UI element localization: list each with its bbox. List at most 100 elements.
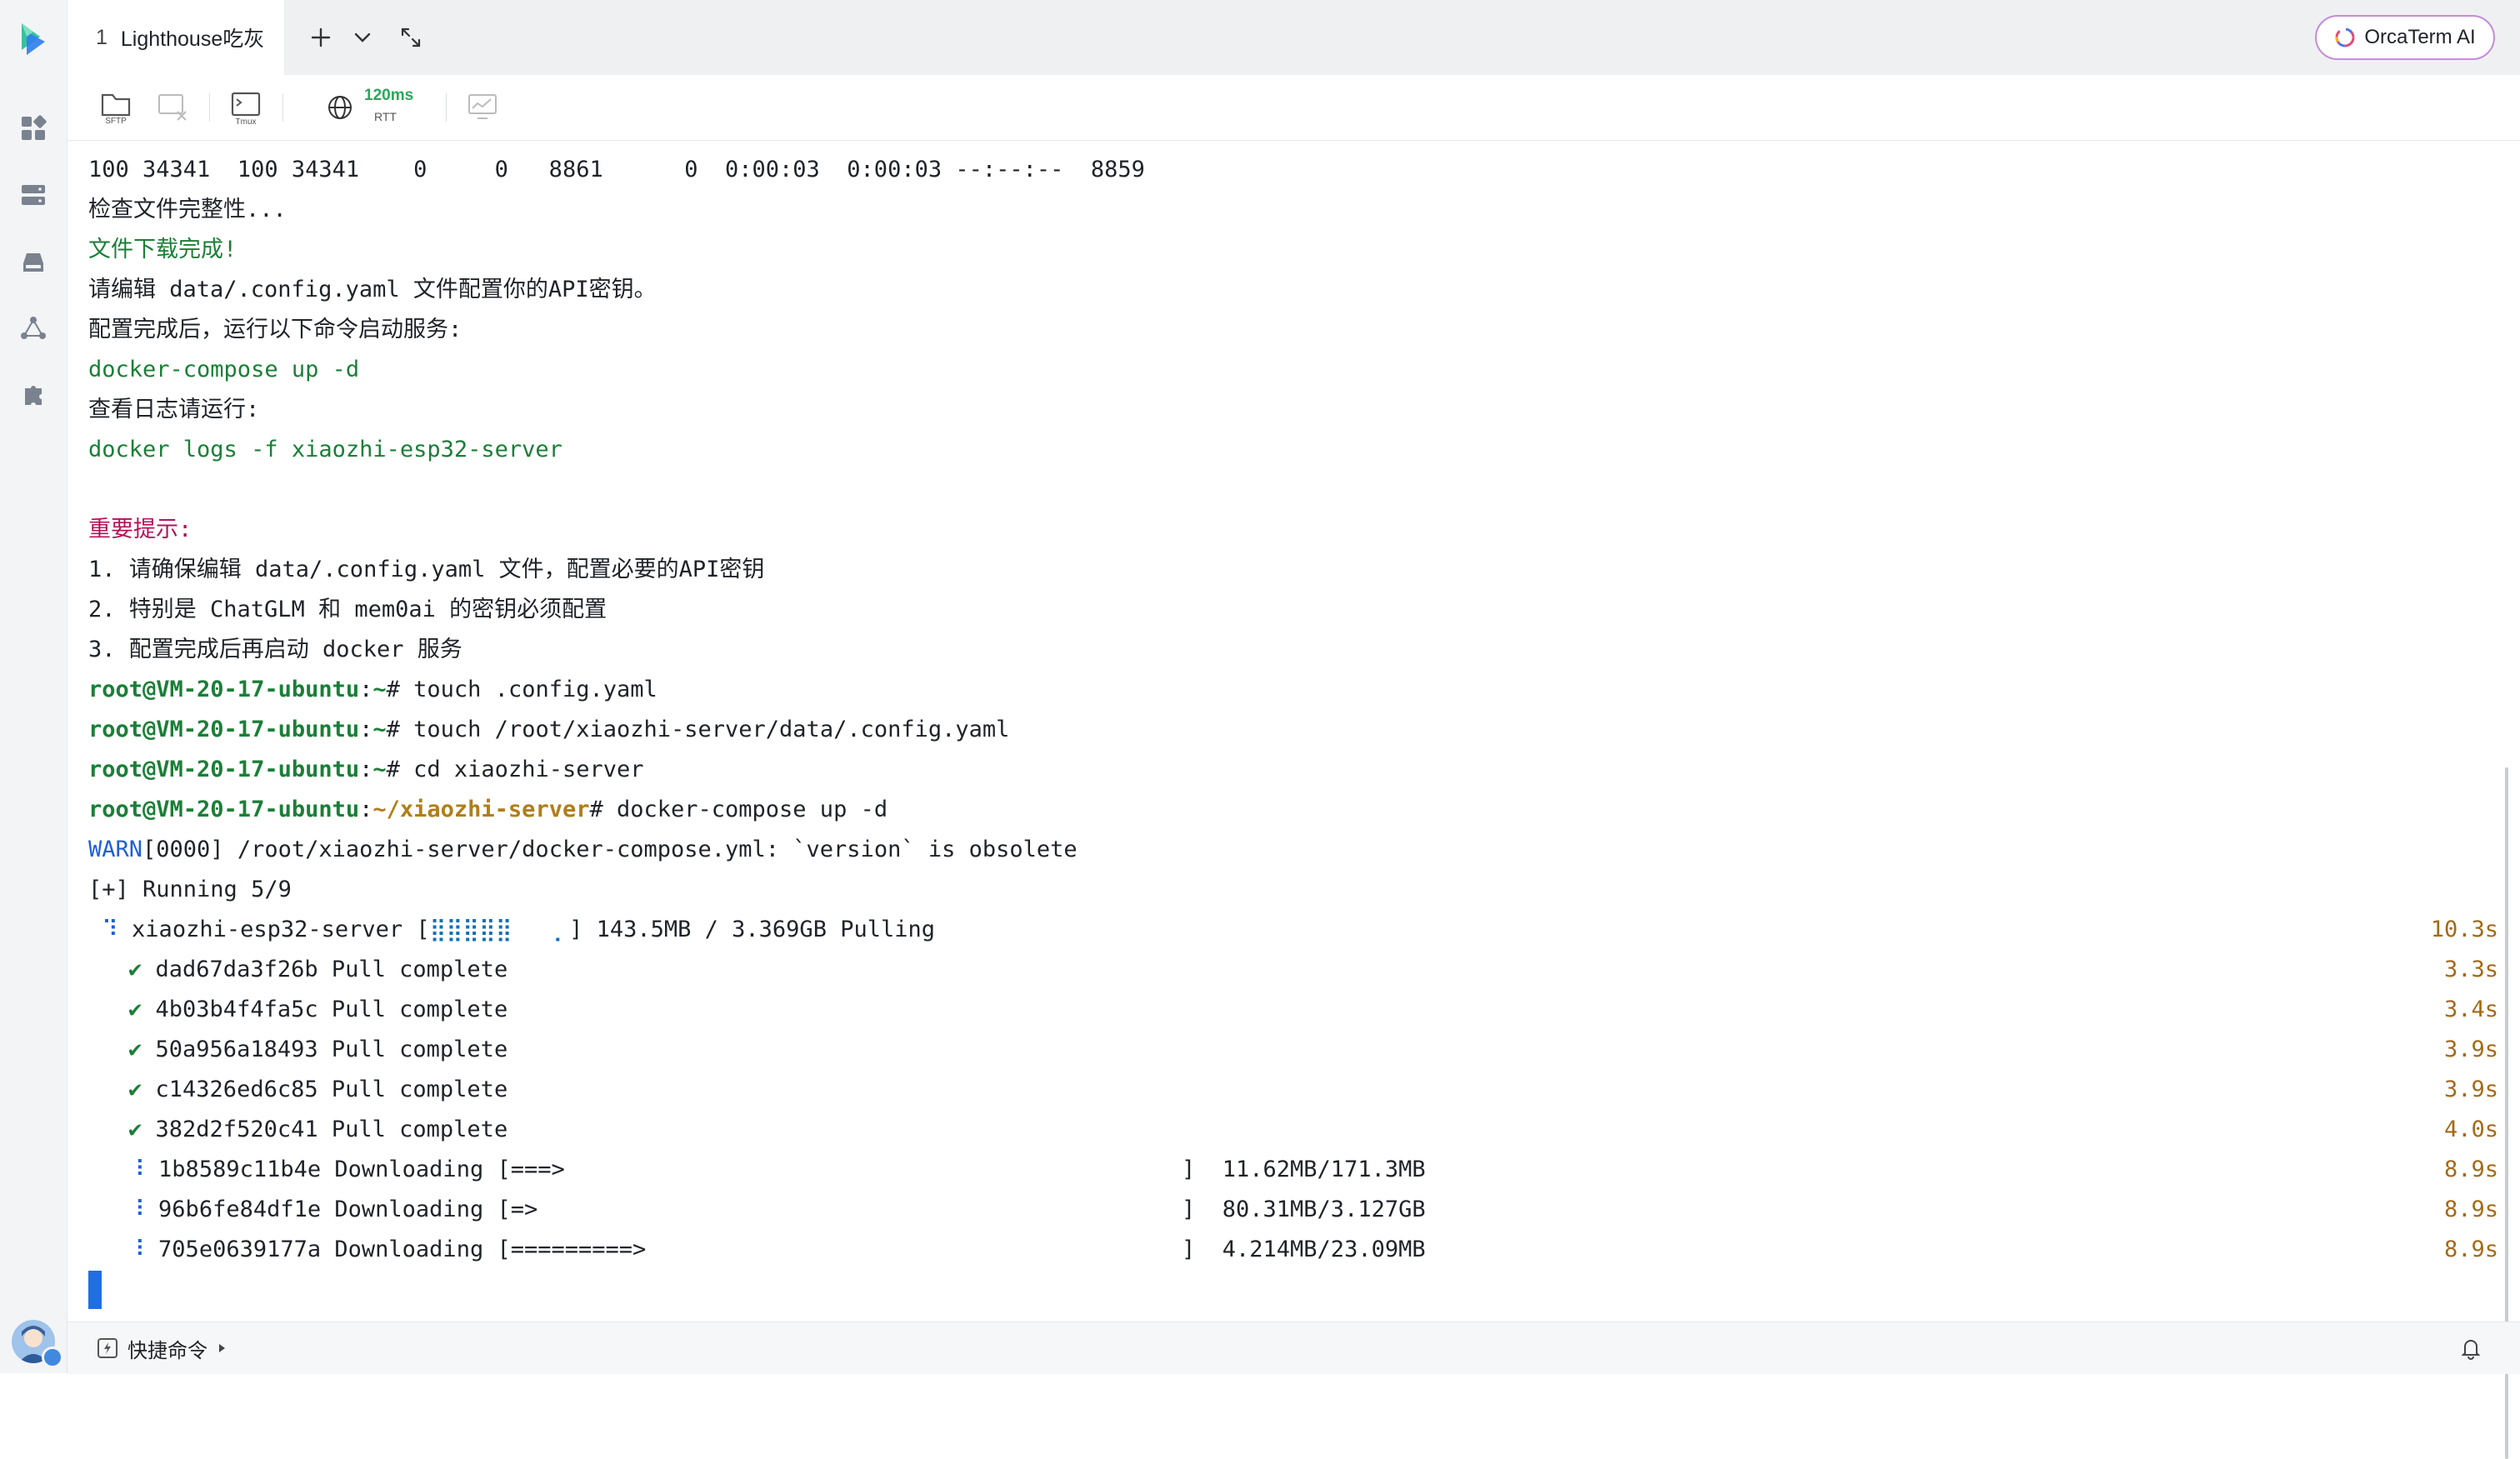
elapsed-time: 3.9s (2443, 1077, 2498, 1102)
terminal-line: 文件下载完成! (88, 237, 238, 262)
prompt-user: root@VM-20-17-ubuntu (88, 797, 360, 822)
dashboard-icon[interactable] (17, 112, 50, 145)
tab-lighthouse[interactable]: 1 Lighthouse吃灰 (68, 0, 284, 75)
main-pull-line: ⠹ xiaozhi-esp32-server [⣿⣿⣿⣿⣿ ⡀] 143.5MB… (102, 910, 935, 950)
prompt-user: root@VM-20-17-ubuntu (88, 757, 360, 782)
elapsed-time: 8.9s (2443, 1157, 2498, 1182)
layer-line: ⠸ 705e0639177a Downloading [=========> (128, 1230, 646, 1270)
tab-title: Lighthouse吃灰 (120, 27, 265, 51)
elapsed-time: 3.9s (2443, 1037, 2498, 1062)
server-icon[interactable] (17, 178, 50, 212)
lightning-icon (98, 1338, 118, 1358)
latency-label: RTT (374, 110, 397, 123)
caret-right-icon (219, 1344, 225, 1352)
spinner-icon: ⠸ (128, 1237, 145, 1262)
terminal-line: 请编辑 data/.config.yaml 文件配置你的API密钥。 (88, 277, 657, 302)
check-icon: ✔ (128, 1037, 142, 1062)
layer-line: ✔ dad67da3f26b Pull complete (128, 950, 508, 990)
layer-status: Pull complete (331, 1117, 508, 1142)
command-line: root@VM-20-17-ubuntu:~/xiaozhi-server# d… (88, 797, 888, 822)
terminal-line: 1. 请确保编辑 data/.config.yaml 文件，配置必要的API密钥 (88, 557, 765, 582)
command-text: # touch /root/xiaozhi-server/data/.confi… (386, 717, 1010, 742)
layer-status: Downloading [=========> (334, 1237, 647, 1262)
tmux-button[interactable]: Tmux (226, 88, 266, 127)
terminal-line: 配置完成后，运行以下命令启动服务: (88, 317, 462, 342)
prompt-path: ~ (372, 677, 387, 702)
globe-icon (328, 96, 352, 119)
layer-status: Pull complete (331, 1077, 508, 1102)
disconnect-icon (152, 88, 192, 127)
toolbar-divider (209, 93, 210, 122)
spinner-icon: ⠸ (128, 1197, 145, 1222)
toolbar-divider (446, 93, 447, 122)
warn-tag: WARN (88, 837, 143, 862)
network-icon[interactable] (17, 312, 50, 345)
prompt-path: ~ (372, 757, 387, 782)
layer-id: dad67da3f26b (155, 957, 318, 982)
terminal-line: 100 34341 100 34341 0 0 8861 0 0:00:03 0… (88, 157, 1145, 182)
check-icon: ✔ (128, 997, 142, 1022)
status-bar: 快捷命令 (68, 1322, 2520, 1374)
sftp-button[interactable]: SFTP (96, 88, 136, 127)
app-logo-icon[interactable] (15, 20, 52, 57)
command-text: # touch .config.yaml (386, 677, 658, 702)
elapsed-time: 3.3s (2443, 957, 2498, 982)
warn-line: WARN[0000] /root/xiaozhi-server/docker-c… (88, 830, 1078, 870)
main-pull-progress: ⣿⣿⣿⣿⣿ ⡀ (429, 917, 570, 942)
tmux-label: Tmux (236, 117, 257, 127)
layer-id: c14326ed6c85 (155, 1077, 318, 1102)
left-rail (0, 0, 68, 1373)
layer-status: Downloading [===> (334, 1157, 565, 1182)
elapsed-time: 10.3s (2430, 917, 2498, 942)
network-latency[interactable]: 120ms RTT (326, 87, 418, 128)
layer-line: ✔ c14326ed6c85 Pull complete (128, 1070, 508, 1110)
terminal-toolbar: SFTP Tmux 120ms RTT (68, 75, 2520, 141)
layer-id: 1b8589c11b4e (158, 1157, 322, 1182)
layer-line: ✔ 50a956a18493 Pull complete (128, 1030, 508, 1070)
elapsed-time: 8.9s (2443, 1197, 2498, 1222)
prompt-path: ~ (372, 717, 387, 742)
tab-number: 1 (96, 25, 108, 49)
orcaterm-ai-label: OrcaTerm AI (2364, 26, 2476, 48)
command-text: # docker-compose up -d (589, 797, 888, 822)
main-pull-text: xiaozhi-esp32-server [ (132, 917, 430, 942)
layer-status: Downloading [=> (334, 1197, 538, 1222)
storage-icon[interactable] (17, 245, 50, 278)
add-tab-icon[interactable] (306, 22, 336, 52)
orcaterm-ai-button[interactable]: OrcaTerm AI (2315, 15, 2495, 60)
layer-id: 50a956a18493 (155, 1037, 318, 1062)
layer-id: 4b03b4f4fa5c (155, 997, 318, 1022)
extension-icon[interactable] (17, 378, 50, 412)
layer-line: ✔ 4b03b4f4fa5c Pull complete (128, 990, 508, 1030)
chevron-down-icon[interactable] (348, 22, 378, 52)
layer-id: 705e0639177a (158, 1237, 322, 1262)
layer-id: 382d2f520c41 (155, 1117, 318, 1142)
spinner-icon: ⠹ (102, 917, 118, 942)
fullscreen-icon[interactable] (396, 22, 426, 52)
avatar-status-icon (42, 1347, 63, 1368)
quick-commands-label: 快捷命令 (128, 1339, 208, 1362)
layer-status: Pull complete (331, 1037, 508, 1062)
layer-status: Pull complete (331, 957, 508, 982)
terminal-cursor[interactable] (88, 1271, 102, 1309)
bell-icon[interactable] (2458, 1336, 2483, 1361)
quick-commands-button[interactable]: 快捷命令 (96, 1334, 228, 1362)
terminal-output[interactable]: 100 34341 100 34341 0 0 8861 0 0:00:03 0… (68, 141, 2508, 1459)
prompt-user: root@VM-20-17-ubuntu (88, 717, 360, 742)
layer-size: ] 80.31MB/3.127GB (1182, 1197, 1426, 1222)
elapsed-time: 4.0s (2443, 1117, 2498, 1142)
prompt-user: root@VM-20-17-ubuntu (88, 677, 360, 702)
check-icon: ✔ (128, 957, 142, 982)
layer-size: ] 11.62MB/171.3MB (1182, 1157, 1426, 1182)
latency-value: 120ms (364, 87, 414, 104)
command-line: root@VM-20-17-ubuntu:~# touch /root/xiao… (88, 717, 1010, 742)
prompt-path: ~/xiaozhi-server (372, 797, 590, 822)
spinner-icon: ⠸ (128, 1157, 145, 1182)
main-pull-suffix: ] 143.5MB / 3.369GB Pulling (569, 917, 935, 942)
command-line: root@VM-20-17-ubuntu:~# touch .config.ya… (88, 677, 658, 702)
sftp-label: SFTP (105, 117, 127, 126)
running-line: [+] Running 5/9 (88, 877, 292, 902)
terminal-line: 检查文件完整性... (88, 197, 287, 222)
elapsed-time: 8.9s (2443, 1237, 2498, 1262)
warn-text: [0000] /root/xiaozhi-server/docker-compo… (142, 837, 1078, 862)
